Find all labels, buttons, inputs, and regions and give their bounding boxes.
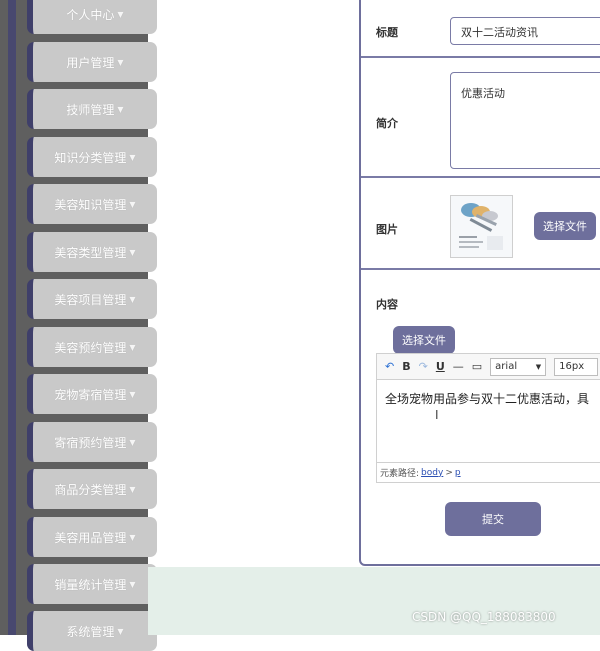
editor-content[interactable]: 全场宠物用品参与双十二优惠活动，具 xyxy=(385,390,589,407)
caret-down-icon: ▼ xyxy=(117,9,124,19)
sidebar-item-goods-category[interactable]: 商品分类管理 ▼ xyxy=(27,469,157,509)
caret-down-icon: ▼ xyxy=(129,437,136,447)
caret-down-icon: ▼ xyxy=(117,104,124,114)
sidebar-item-boarding-appointment[interactable]: 寄宿预约管理 ▼ xyxy=(27,422,157,462)
sidebar-item-system-management[interactable]: 系统管理 ▼ xyxy=(27,611,157,651)
font-family-select[interactable]: arial ▼ xyxy=(490,357,547,376)
row-divider xyxy=(361,56,600,58)
editor-toolbar: ↶ B ↷ U — ▭ arial ▼ 16px xyxy=(377,354,600,380)
row-divider xyxy=(361,176,600,178)
font-size-select[interactable]: 16px xyxy=(554,357,599,376)
content-label: 内容 xyxy=(376,298,398,311)
rich-text-editor[interactable]: ↶ B ↷ U — ▭ arial ▼ 16px 全场宠物用品参与双十二优惠活动… xyxy=(376,353,600,483)
sidebar-item-sales-statistics[interactable]: 销量统计管理 ▼ xyxy=(27,564,157,604)
caret-down-icon: ▼ xyxy=(129,484,136,494)
sidebar-item-beauty-appointment[interactable]: 美容预约管理 ▼ xyxy=(27,327,157,367)
sidebar-menu: 个人中心 ▼ 用户管理 ▼ 技师管理 ▼ 知识分类管理 ▼ 美容知识管理 ▼ 美容类型管理… xyxy=(17,0,157,651)
caret-down-icon: ▼ xyxy=(129,199,136,209)
horizontal-rule-icon[interactable]: — xyxy=(453,360,464,373)
bold-button[interactable]: B xyxy=(402,360,410,373)
path-body-link[interactable]: body xyxy=(421,468,443,478)
image-label: 图片 xyxy=(376,223,398,236)
caret-down-icon: ▼ xyxy=(129,579,136,589)
sidebar-item-beauty-supplies[interactable]: 美容用品管理 ▼ xyxy=(27,517,157,557)
sidebar-item-beauty-knowledge[interactable]: 美容知识管理 ▼ xyxy=(27,184,157,224)
caret-down-icon: ▼ xyxy=(129,532,136,542)
intro-textarea[interactable]: 优惠活动 xyxy=(450,72,600,169)
caret-down-icon: ▼ xyxy=(117,626,124,636)
choose-image-button[interactable]: 选择文件 xyxy=(534,212,596,240)
sidebar-item-personal-center[interactable]: 个人中心 ▼ xyxy=(27,0,157,34)
submit-button[interactable]: 提交 xyxy=(445,502,541,536)
pet-supplies-image xyxy=(451,196,512,257)
sidebar-item-pet-boarding[interactable]: 宠物寄宿管理 ▼ xyxy=(27,374,157,414)
footer-background xyxy=(148,567,600,635)
redo-icon[interactable]: ↷ xyxy=(419,360,428,373)
text-cursor-icon: I xyxy=(435,408,439,422)
element-path-bar: 元素路径: body > p xyxy=(377,462,600,482)
select-arrow-icon: ▼ xyxy=(535,362,542,371)
watermark: CSDN @QQ_188083800 xyxy=(412,610,556,624)
row-divider xyxy=(361,268,600,270)
intro-label: 简介 xyxy=(376,117,398,130)
path-p-link[interactable]: p xyxy=(455,468,461,478)
title-label: 标题 xyxy=(376,26,398,39)
undo-icon[interactable]: ↶ xyxy=(385,360,394,373)
choose-content-file-button[interactable]: 选择文件 xyxy=(393,326,455,354)
underline-button[interactable]: U xyxy=(436,360,445,373)
sidebar-item-beauty-type[interactable]: 美容类型管理 ▼ xyxy=(27,232,157,272)
title-input[interactable]: 双十二活动资讯 xyxy=(450,17,600,45)
caret-down-icon: ▼ xyxy=(129,342,136,352)
caret-down-icon: ▼ xyxy=(129,247,136,257)
sidebar-item-user-management[interactable]: 用户管理 ▼ xyxy=(27,42,157,82)
image-thumbnail xyxy=(450,195,513,258)
sidebar-item-knowledge-category[interactable]: 知识分类管理 ▼ xyxy=(27,137,157,177)
caret-down-icon: ▼ xyxy=(129,152,136,162)
caret-down-icon: ▼ xyxy=(129,389,136,399)
caret-down-icon: ▼ xyxy=(117,57,124,67)
page-icon[interactable]: ▭ xyxy=(472,360,482,373)
sidebar-item-beauty-project[interactable]: 美容项目管理 ▼ xyxy=(27,279,157,319)
sidebar-accent-strip xyxy=(8,0,16,635)
sidebar-item-technician-management[interactable]: 技师管理 ▼ xyxy=(27,89,157,129)
caret-down-icon: ▼ xyxy=(129,294,136,304)
